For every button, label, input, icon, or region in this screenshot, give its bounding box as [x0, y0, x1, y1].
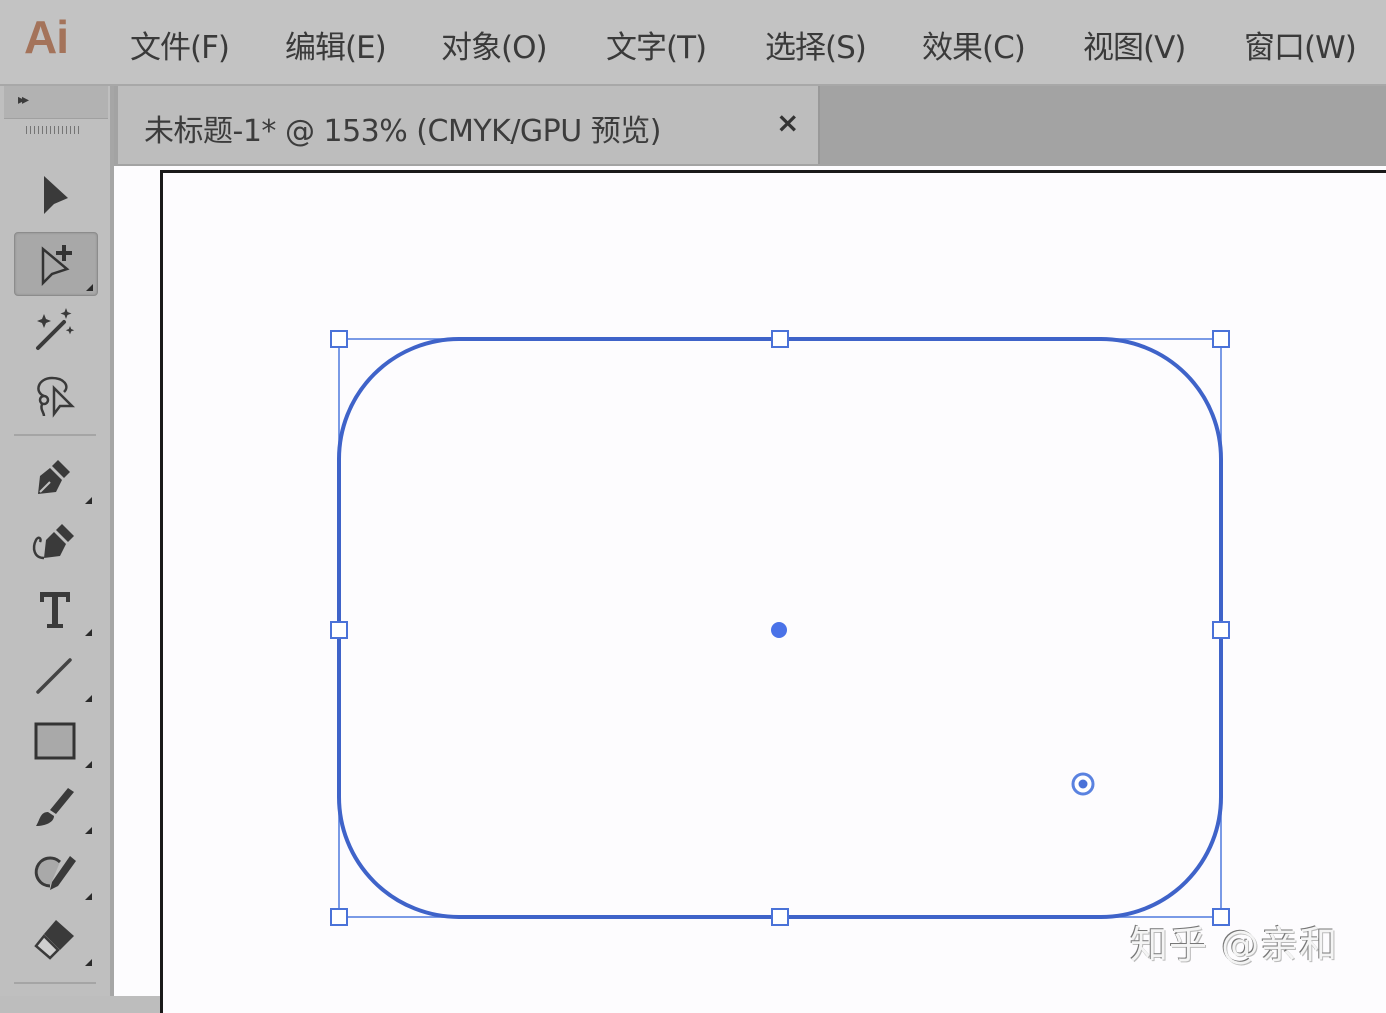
resize-handle-middle-right[interactable]: [1212, 621, 1230, 639]
center-point[interactable]: [771, 622, 787, 638]
live-corner-widget-dot: [1078, 779, 1088, 789]
resize-handle-top-right[interactable]: [1212, 330, 1230, 348]
resize-handle-top-left[interactable]: [330, 330, 348, 348]
watermark: 知乎 @亲和: [1130, 923, 1339, 967]
resize-handle-bottom-center[interactable]: [771, 908, 789, 926]
artwork-layer: [330, 330, 1230, 926]
resize-handle-bottom-left[interactable]: [330, 908, 348, 926]
resize-handle-top-center[interactable]: [771, 330, 789, 348]
resize-handle-middle-left[interactable]: [330, 621, 348, 639]
